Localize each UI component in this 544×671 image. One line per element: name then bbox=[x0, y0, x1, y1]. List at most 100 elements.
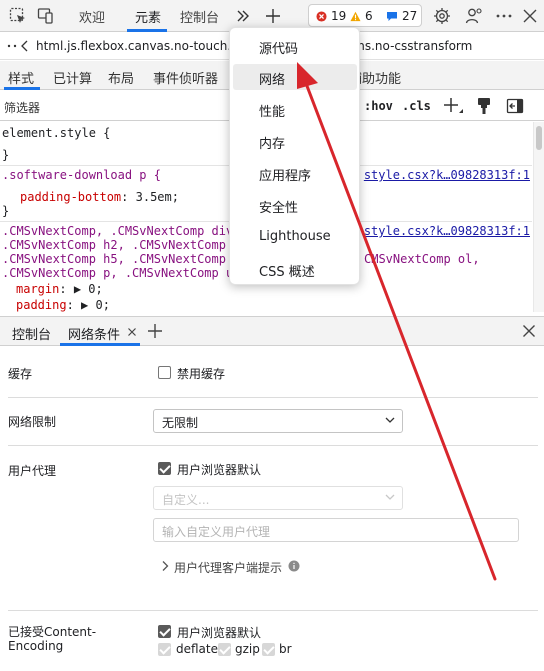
css-selector[interactable]: .CMSvNextComp, .CMSvNextComp div, . bbox=[2, 224, 255, 238]
menu-item-sources[interactable]: 源代码 bbox=[233, 33, 357, 59]
cls-button[interactable]: .cls bbox=[402, 99, 431, 113]
active-tab-indicator bbox=[127, 29, 167, 32]
deflate-checkbox[interactable] bbox=[158, 643, 171, 656]
css-declaration[interactable]: padding-bottom: 3.5em; bbox=[20, 190, 179, 204]
css-selector[interactable]: .CMSvNextComp h5, .CMSvNextComp h6, bbox=[2, 252, 255, 266]
more-options-icon[interactable] bbox=[494, 6, 514, 26]
br-label[interactable]: br bbox=[279, 642, 292, 656]
menu-item-network[interactable]: 网络 bbox=[233, 64, 357, 90]
css-selector[interactable]: .CMSvNextComp p, .CMSvNextComp ul { bbox=[2, 266, 255, 280]
cache-label: 缓存 bbox=[8, 367, 33, 381]
device-toolbar-icon[interactable] bbox=[36, 6, 56, 26]
chevron-left-icon[interactable] bbox=[20, 40, 30, 55]
scrollbar-thumb[interactable] bbox=[536, 126, 542, 150]
more-tabs-icon[interactable] bbox=[233, 6, 253, 26]
toggle-sidebar-icon[interactable] bbox=[506, 97, 524, 118]
close-icon[interactable] bbox=[520, 6, 540, 26]
drawer-tab-console[interactable]: 控制台 bbox=[12, 324, 51, 343]
tab-elements[interactable]: 元素 bbox=[135, 7, 161, 26]
menu-item-performance[interactable]: 性能 bbox=[233, 96, 357, 122]
css-declaration[interactable]: margin: ▶ 0; bbox=[16, 282, 103, 296]
throttling-label: 网络限制 bbox=[8, 415, 57, 429]
tab-layout[interactable]: 布局 bbox=[108, 68, 134, 87]
tab-event-listeners[interactable]: 事件侦听器 bbox=[153, 68, 218, 87]
chevron-down-icon bbox=[384, 491, 396, 506]
ua-client-hints-toggle[interactable]: 用户代理客户端提示 bbox=[174, 559, 282, 576]
css-selector[interactable]: .CMSvNextComp h2, .CMSvNextComp h3, bbox=[2, 238, 255, 252]
ua-browser-default-label[interactable]: 用户浏览器默认 bbox=[177, 461, 261, 478]
filter-input[interactable]: 筛选器 bbox=[4, 99, 40, 116]
css-property[interactable]: padding bbox=[16, 298, 67, 312]
more-icon[interactable] bbox=[6, 39, 18, 56]
inspect-element-icon[interactable] bbox=[8, 6, 28, 26]
chevron-down-icon bbox=[384, 414, 396, 429]
css-value[interactable]: 3.5em; bbox=[128, 190, 179, 204]
add-tab-icon[interactable] bbox=[263, 6, 283, 26]
active-drawer-tab-indicator bbox=[60, 343, 140, 346]
new-style-rule-icon[interactable] bbox=[442, 96, 464, 119]
rule-close-brace: } bbox=[2, 148, 10, 162]
ua-browser-default-checkbox[interactable] bbox=[158, 462, 171, 475]
encoding-browser-default-label[interactable]: 用户浏览器默认 bbox=[177, 624, 261, 641]
error-count: 19 bbox=[331, 9, 347, 23]
active-pane-tab-indicator bbox=[4, 87, 40, 90]
css-declaration[interactable]: padding: ▶ 0; bbox=[16, 298, 110, 312]
close-tab-icon[interactable] bbox=[127, 326, 137, 340]
chevron-right-icon[interactable] bbox=[160, 560, 170, 575]
settings-icon[interactable] bbox=[432, 6, 452, 26]
menu-item-security[interactable]: 安全性 bbox=[233, 192, 357, 218]
br-checkbox[interactable] bbox=[262, 643, 275, 656]
custom-ua-placeholder: 输入自定义用户代理 bbox=[162, 525, 271, 539]
color-format-icon[interactable] bbox=[476, 97, 492, 118]
more-tools-menu: 源代码 网络 性能 内存 应用程序 安全性 Lighthouse CSS 概述 bbox=[229, 27, 360, 285]
gzip-label[interactable]: gzip bbox=[235, 642, 260, 656]
warning-icon bbox=[350, 11, 361, 21]
deflate-label[interactable]: deflate bbox=[176, 642, 218, 656]
styles-scrollbar[interactable] bbox=[533, 122, 544, 312]
throttling-select[interactable]: 无限制 bbox=[153, 409, 403, 433]
issues-badge[interactable]: 27 bbox=[386, 5, 417, 27]
user-agent-label: 用户代理 bbox=[8, 464, 57, 478]
menu-item-css-overview[interactable]: CSS 概述 bbox=[233, 256, 357, 282]
customize-icon[interactable] bbox=[464, 6, 484, 26]
section-divider bbox=[8, 397, 538, 398]
tab-welcome[interactable]: 欢迎 bbox=[79, 7, 105, 26]
custom-ua-input[interactable]: 输入自定义用户代理 bbox=[153, 518, 519, 542]
custom-ua-select[interactable]: 自定义... bbox=[153, 486, 403, 510]
section-divider bbox=[8, 610, 538, 611]
accepted-encoding-label-line2: Encoding bbox=[8, 639, 64, 653]
disable-cache-label[interactable]: 禁用缓存 bbox=[177, 365, 225, 382]
error-badge[interactable]: 19 bbox=[316, 5, 346, 27]
encoding-browser-default-checkbox[interactable] bbox=[158, 625, 171, 638]
tab-computed[interactable]: 已计算 bbox=[53, 68, 92, 87]
close-drawer-icon[interactable] bbox=[522, 324, 536, 341]
css-selector[interactable]: .software-download p { bbox=[2, 168, 161, 182]
section-divider bbox=[8, 445, 538, 446]
disable-cache-checkbox[interactable] bbox=[158, 366, 171, 379]
info-icon[interactable] bbox=[288, 560, 300, 575]
menu-item-memory[interactable]: 内存 bbox=[233, 128, 357, 154]
css-property[interactable]: padding-bottom bbox=[20, 190, 121, 204]
rule-close-brace: } bbox=[2, 204, 10, 218]
element-style-rule[interactable]: element.style { bbox=[2, 126, 110, 140]
accepted-encoding-label-line1: 已接受Content- bbox=[8, 625, 97, 639]
add-drawer-tab-icon[interactable] bbox=[147, 323, 163, 342]
custom-ua-select-value: 自定义... bbox=[162, 493, 210, 507]
hov-button[interactable]: :hov bbox=[364, 99, 393, 113]
stylesheet-link[interactable]: style.csx?k…09828313f:1 bbox=[364, 224, 530, 238]
throttling-value: 无限制 bbox=[162, 416, 199, 430]
issues-count: 27 bbox=[402, 9, 418, 23]
tab-styles[interactable]: 样式 bbox=[8, 68, 34, 87]
stylesheet-link[interactable]: style.csx?k…09828313f:1 bbox=[364, 168, 530, 182]
css-value[interactable]: ▶ 0; bbox=[67, 282, 103, 296]
warning-badge[interactable]: 6 bbox=[350, 5, 373, 27]
tab-console[interactable]: 控制台 bbox=[180, 7, 219, 26]
gzip-checkbox[interactable] bbox=[218, 643, 231, 656]
drawer-tabbar: 控制台 网络条件 bbox=[0, 316, 544, 346]
drawer-tab-network-conditions[interactable]: 网络条件 bbox=[68, 324, 120, 343]
menu-item-application[interactable]: 应用程序 bbox=[233, 160, 357, 186]
css-value[interactable]: ▶ 0; bbox=[74, 298, 110, 312]
css-selector[interactable]: CMSvNextComp ol, bbox=[364, 252, 480, 266]
menu-item-lighthouse[interactable]: Lighthouse bbox=[233, 224, 357, 250]
css-property[interactable]: margin bbox=[16, 282, 59, 296]
